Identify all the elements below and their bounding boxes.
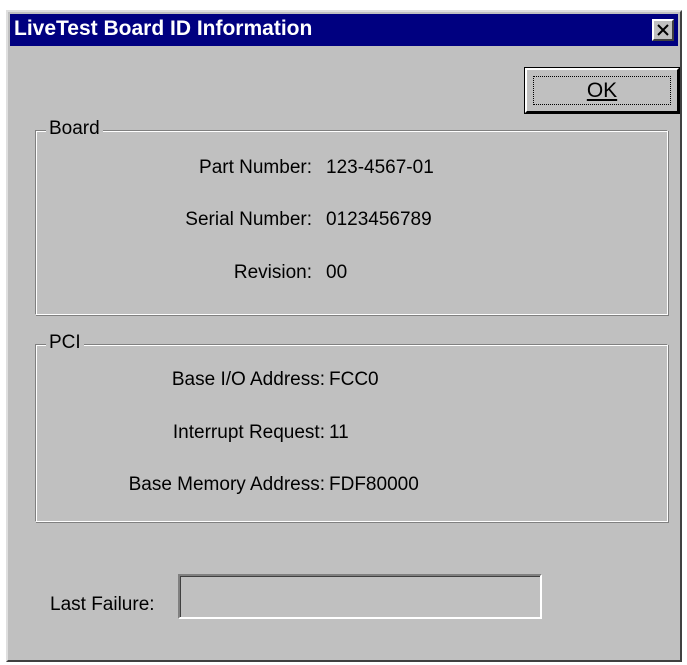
base-memory-address-label: Base Memory Address: [128,474,325,495]
last-failure-label: Last Failure: [50,594,155,615]
pci-group-label: PCI [46,332,84,354]
part-number-row: Part Number: 123-4567-01 [36,157,667,183]
base-io-address-value: FCC0 [329,369,379,390]
window-title: LiveTest Board ID Information [14,17,313,40]
dialog-window: LiveTest Board ID Information OK Board P… [6,10,682,662]
base-memory-address-row: Base Memory Address: FDF80000 [36,474,667,500]
base-io-address-row: Base I/O Address: FCC0 [36,369,667,395]
ok-button-label: OK [533,76,671,105]
ok-button[interactable]: OK [524,67,680,114]
pci-groupbox: PCI Base I/O Address: FCC0 Interrupt Req… [35,332,668,522]
part-number-label: Part Number: [199,157,312,178]
board-groupbox: Board Part Number: 123-4567-01 Serial Nu… [35,118,668,315]
base-memory-address-value: FDF80000 [329,474,419,495]
revision-row: Revision: 00 [36,262,667,288]
board-group-label: Board [46,118,103,140]
interrupt-request-row: Interrupt Request: 11 [36,422,667,448]
interrupt-request-label: Interrupt Request: [172,422,325,443]
close-button[interactable] [652,19,674,41]
interrupt-request-value: 11 [329,422,349,443]
last-failure-field[interactable] [178,574,542,619]
close-icon [657,24,669,36]
part-number-value: 123-4567-01 [326,157,434,178]
revision-value: 00 [326,262,348,283]
base-io-address-label: Base I/O Address: [171,369,325,390]
serial-number-label: Serial Number: [185,209,312,230]
serial-number-row: Serial Number: 0123456789 [36,209,667,235]
revision-label: Revision: [233,262,312,283]
title-bar[interactable]: LiveTest Board ID Information [10,14,678,46]
serial-number-value: 0123456789 [326,209,432,230]
